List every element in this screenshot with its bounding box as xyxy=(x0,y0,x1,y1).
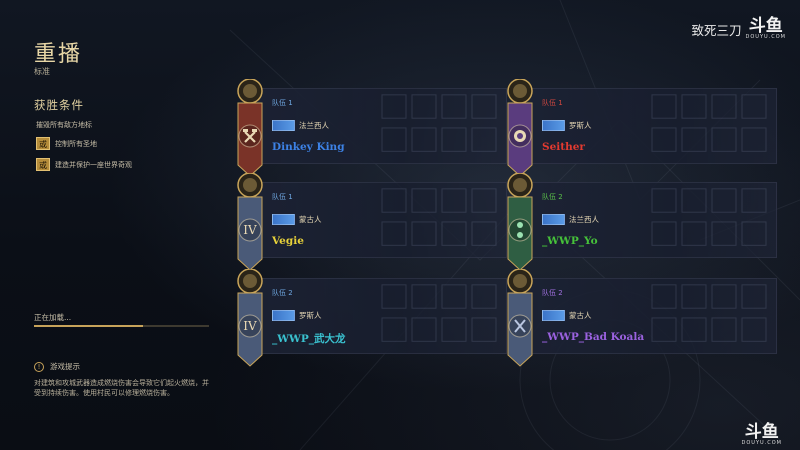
player-banner: IV xyxy=(236,172,264,271)
or-badge: 或 xyxy=(36,137,50,150)
douyu-watermark-bottom: 斗鱼 DOUYU.COM xyxy=(741,422,783,447)
team-label: 队伍 2 xyxy=(272,289,293,297)
player-emblem xyxy=(508,313,532,343)
player-name: _WWP_Bad Koala xyxy=(542,331,645,343)
victory-conditions-title: 获胜条件 xyxy=(34,98,84,112)
civ-name: 法兰西人 xyxy=(299,121,329,130)
streamer-name: 致死三刀 xyxy=(691,23,742,38)
player-name: Seither xyxy=(542,141,585,153)
victory-condition: 或 建造并保护一座世界奇观 xyxy=(36,158,132,171)
player-emblem xyxy=(508,217,532,247)
loading-progress-fill xyxy=(34,325,143,327)
player-card: 队伍 1 法兰西人 Dinkey King xyxy=(237,78,507,177)
team-label: 队伍 1 xyxy=(542,99,563,107)
civ-flag-icon xyxy=(542,120,565,131)
civilization: 罗斯人 xyxy=(272,310,322,321)
civ-name: 罗斯人 xyxy=(299,311,322,320)
card-pattern xyxy=(381,284,497,342)
civilization: 罗斯人 xyxy=(542,120,592,131)
player-card: IV 队伍 1 蒙古人 Vegie xyxy=(237,172,507,271)
douyu-logo: 斗鱼 xyxy=(748,16,783,36)
card-pattern xyxy=(381,94,497,152)
civ-name: 蒙古人 xyxy=(299,215,322,224)
player-banner: IV xyxy=(236,268,264,367)
douyu-watermark: 致死三刀 斗鱼 DOUYU.COM xyxy=(691,16,786,41)
player-emblem: IV xyxy=(238,217,262,247)
player-emblem: IV xyxy=(238,313,262,343)
civ-flag-icon xyxy=(272,120,295,131)
game-tip-header: ! 游戏提示 xyxy=(34,361,80,372)
civilization: 蒙古人 xyxy=(542,310,592,321)
civ-flag-icon xyxy=(542,310,565,321)
card-pattern xyxy=(381,188,497,246)
player-banner xyxy=(506,78,534,177)
left-panel: 重播 标准 获胜条件 摧毁所有敌方地标 或 控制所有圣地 或 建造并保护一座世界… xyxy=(0,0,225,450)
team-label: 队伍 1 xyxy=(272,99,293,107)
douyu-url: DOUYU.COM xyxy=(741,440,782,446)
svg-text:IV: IV xyxy=(243,223,257,237)
player-emblem xyxy=(238,123,262,153)
player-card: 队伍 1 罗斯人 Seither xyxy=(507,78,777,177)
page-title: 重播 xyxy=(34,42,83,67)
player-card: IV 队伍 2 罗斯人 _WWP_武大龙 xyxy=(237,268,507,367)
douyu-url: DOUYU.COM xyxy=(745,34,786,40)
loading-text: 正在加载... xyxy=(34,313,72,322)
game-tip-title: 游戏提示 xyxy=(50,362,80,371)
civ-flag-icon xyxy=(272,214,295,225)
game-mode-subtitle: 标准 xyxy=(34,67,50,76)
svg-text:IV: IV xyxy=(243,319,257,333)
player-emblem xyxy=(508,123,532,153)
victory-condition: 摧毁所有敌方地标 xyxy=(36,120,92,130)
player-name: Vegie xyxy=(272,235,304,247)
victory-condition: 或 控制所有圣地 xyxy=(36,137,97,150)
card-pattern xyxy=(651,284,767,342)
condition-text: 建造并保护一座世界奇观 xyxy=(55,160,132,169)
game-tip-text: 对建筑和攻城武器造成燃烧伤害会导致它们起火燃烧，并受到持续伤害。使用村民可以修理… xyxy=(34,379,209,397)
or-badge: 或 xyxy=(36,158,50,171)
condition-text: 控制所有圣地 xyxy=(55,139,97,148)
card-pattern xyxy=(651,188,767,246)
info-icon: ! xyxy=(34,361,44,372)
player-name: _WWP_Yo xyxy=(542,235,598,247)
civilization: 蒙古人 xyxy=(272,214,322,225)
player-card: 队伍 2 法兰西人 _WWP_Yo xyxy=(507,172,777,271)
civ-name: 法兰西人 xyxy=(569,215,599,224)
team-label: 队伍 1 xyxy=(272,193,293,201)
card-pattern xyxy=(651,94,767,152)
team-label: 队伍 2 xyxy=(542,193,563,201)
douyu-logo: 斗鱼 xyxy=(744,422,779,442)
player-banner xyxy=(506,172,534,271)
civ-name: 罗斯人 xyxy=(569,121,592,130)
loading-progress-bar xyxy=(34,325,209,327)
condition-text: 摧毁所有敌方地标 xyxy=(36,121,92,129)
civ-flag-icon xyxy=(542,214,565,225)
player-name: _WWP_武大龙 xyxy=(272,333,346,345)
civilization: 法兰西人 xyxy=(272,120,329,131)
civilization: 法兰西人 xyxy=(542,214,599,225)
player-banner xyxy=(506,268,534,367)
player-name: Dinkey King xyxy=(272,141,345,153)
civ-name: 蒙古人 xyxy=(569,311,592,320)
player-card: 队伍 2 蒙古人 _WWP_Bad Koala xyxy=(507,268,777,367)
civ-flag-icon xyxy=(272,310,295,321)
team-label: 队伍 2 xyxy=(542,289,563,297)
player-banner xyxy=(236,78,264,177)
